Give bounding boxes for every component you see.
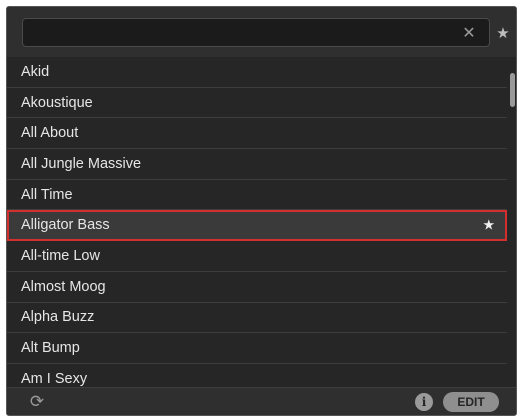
preset-list: Akid Akoustique All About All Jungle Massiv… <box>7 57 507 389</box>
list-item-label: Akid <box>21 63 50 80</box>
search-bar: ✕ ★ <box>7 7 516 57</box>
list-item[interactable]: Almost Moog <box>7 272 507 303</box>
list-item[interactable]: Am I Sexy <box>7 364 507 389</box>
list-item-label: Akoustique <box>21 94 93 111</box>
list-item[interactable]: All-time Low <box>7 241 507 272</box>
list-item[interactable]: All Time <box>7 180 507 211</box>
list-item-label: All-time Low <box>21 247 100 264</box>
info-icon[interactable]: i <box>415 393 433 411</box>
list-item-label: Alt Bump <box>21 340 80 357</box>
browser-panel: ✕ ★ Akid Akoustique All About All Jungle Ma… <box>6 6 517 416</box>
scrollbar-thumb[interactable] <box>510 73 515 107</box>
list-item[interactable]: Alt Bump <box>7 333 507 364</box>
list-item-label: Alpha Buzz <box>21 309 95 326</box>
list-item[interactable]: All About <box>7 118 507 150</box>
list-item[interactable]: Akoustique <box>7 88 507 119</box>
scrollbar[interactable] <box>507 57 516 389</box>
list-item[interactable]: Alpha Buzz <box>7 303 507 334</box>
favorite-star-icon[interactable]: ★ <box>482 217 495 234</box>
list-item[interactable]: Alligator Bass ★ <box>7 210 507 242</box>
list-item-label: Am I Sexy <box>21 370 88 387</box>
list-item[interactable]: Akid <box>7 57 507 88</box>
list-item[interactable]: All Jungle Massive <box>7 149 507 180</box>
footer-bar: ⟳ i EDIT <box>7 387 516 415</box>
list-item-label: Alligator Bass <box>21 217 110 234</box>
sync-icon[interactable]: ⟳ <box>27 392 47 412</box>
edit-button[interactable]: EDIT <box>443 392 499 412</box>
list-item-label: All About <box>21 125 79 142</box>
star-icon[interactable]: ★ <box>491 18 515 47</box>
close-icon[interactable]: ✕ <box>455 18 483 47</box>
list-item-label: Almost Moog <box>21 278 106 295</box>
list-item-label: All Jungle Massive <box>21 155 142 172</box>
list-item-label: All Time <box>21 186 73 203</box>
search-input[interactable] <box>22 18 490 47</box>
